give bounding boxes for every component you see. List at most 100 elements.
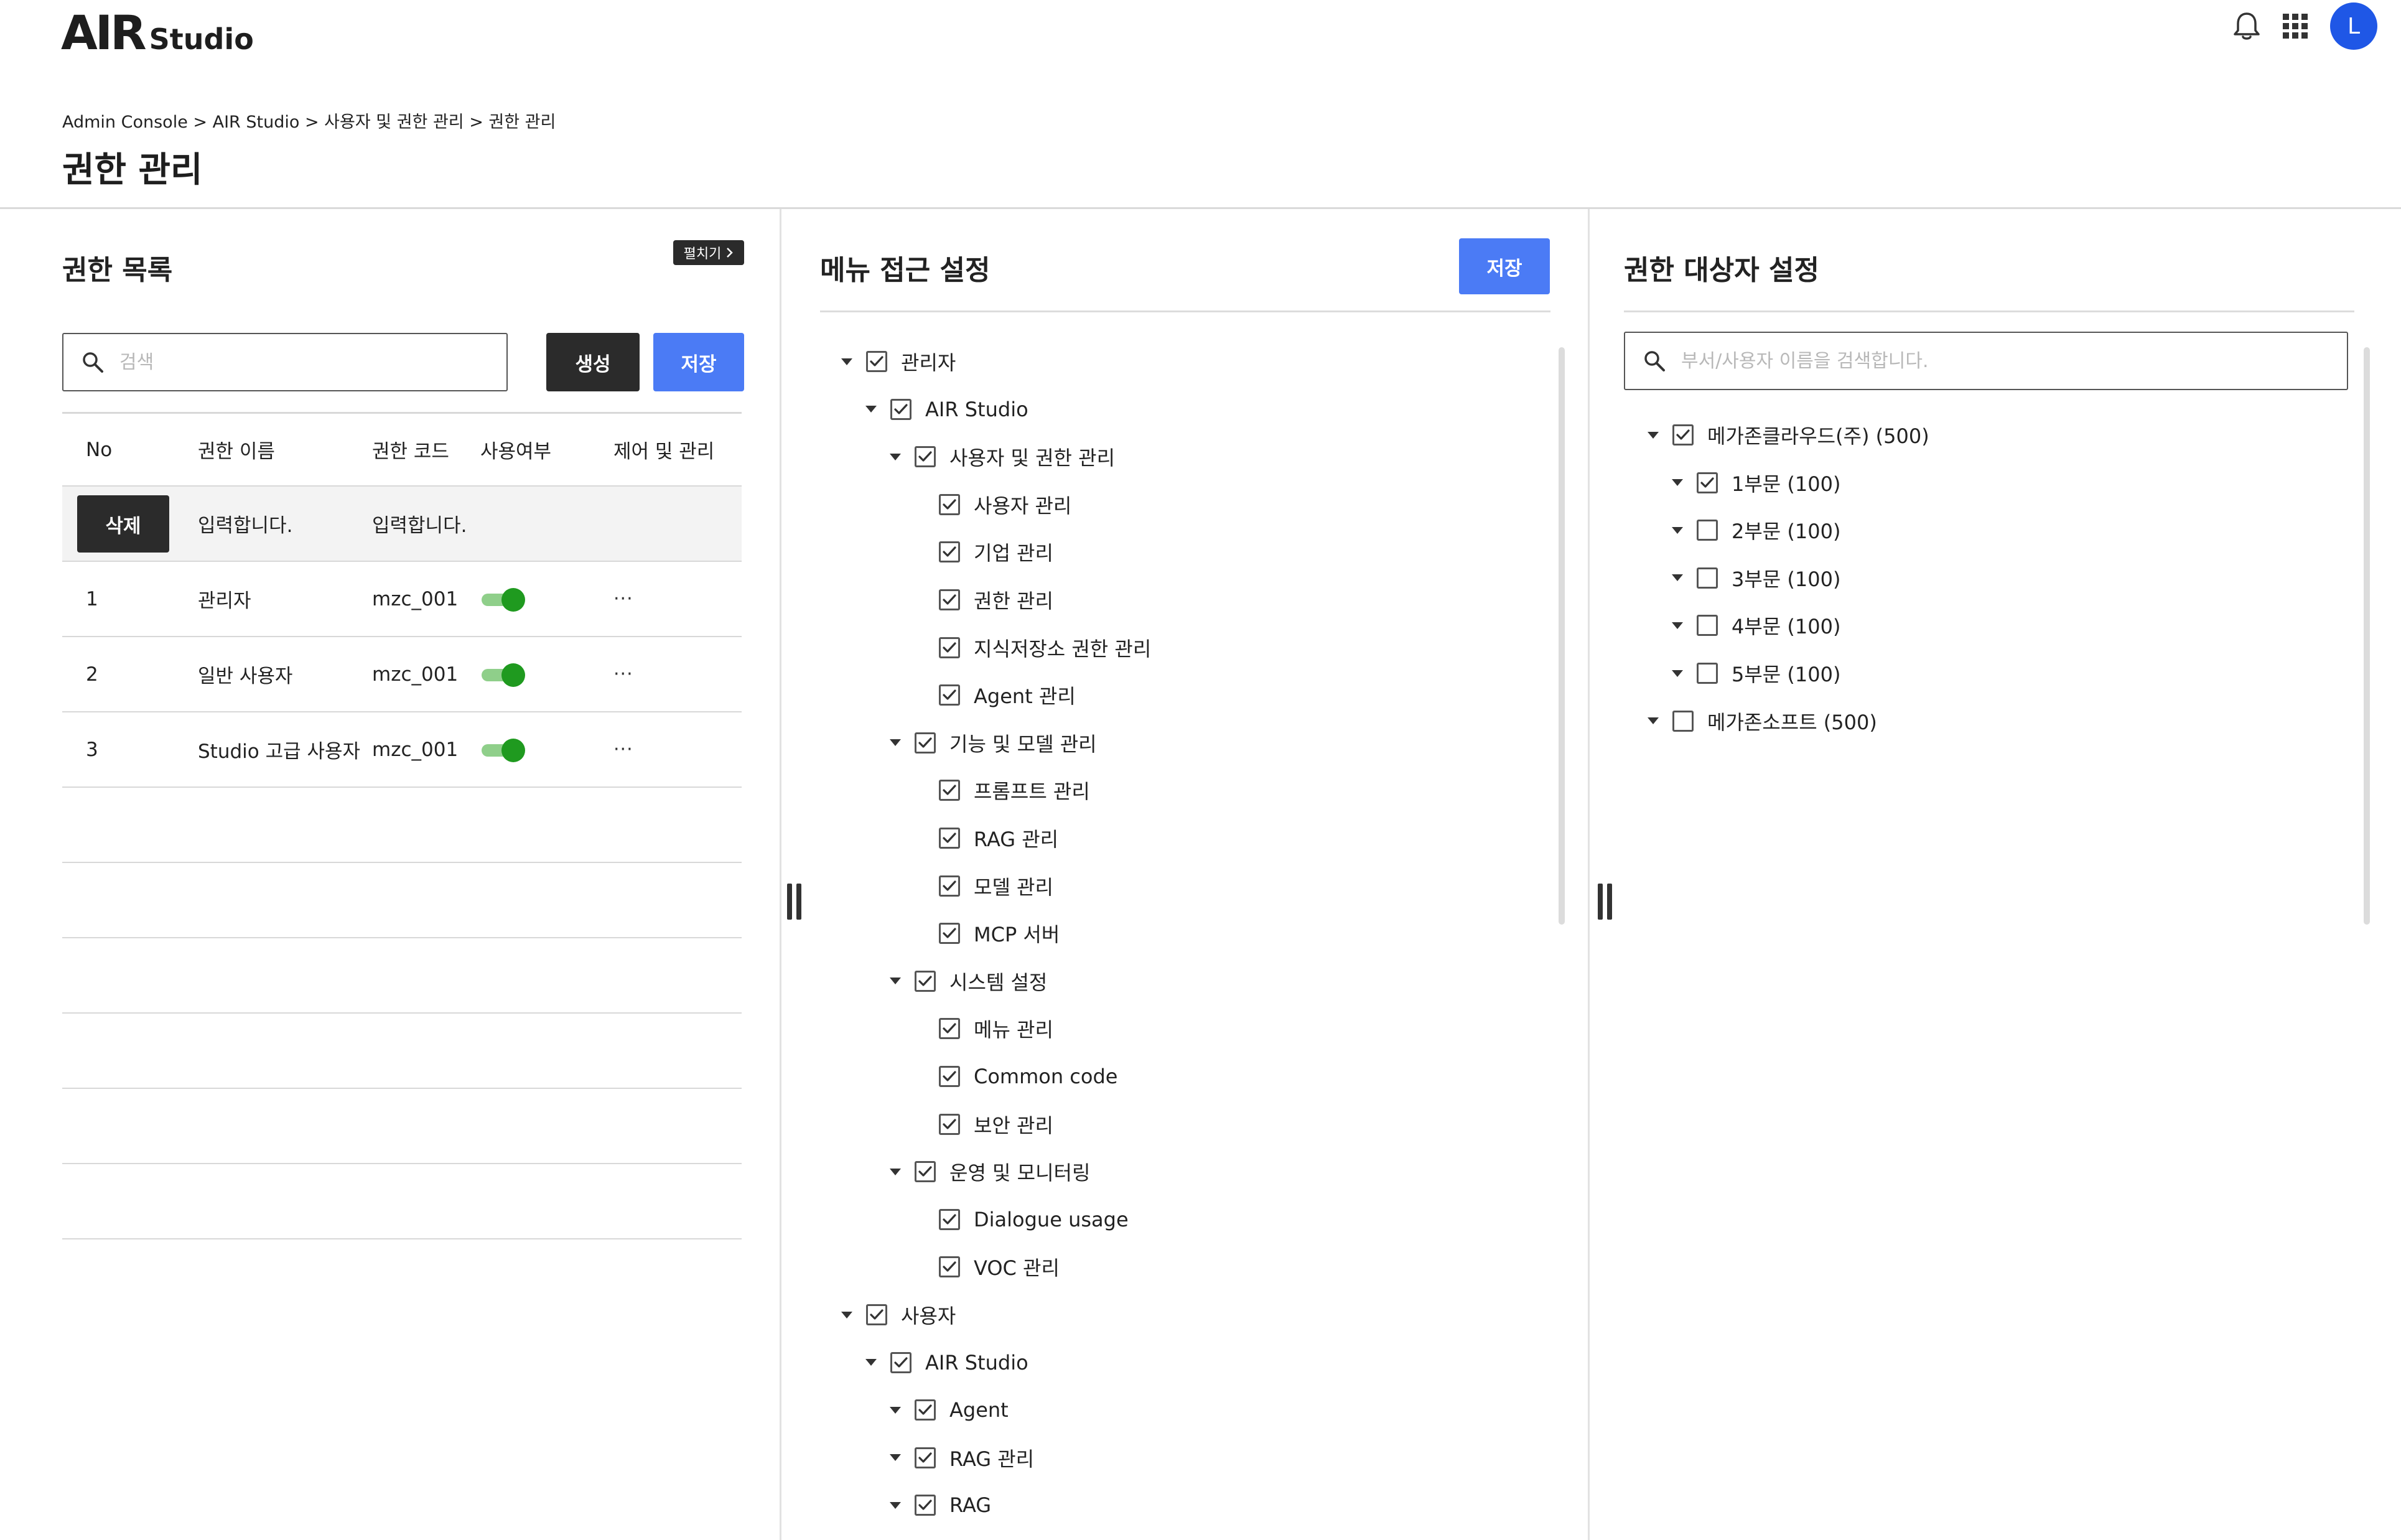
tree-checkbox[interactable] xyxy=(915,970,936,992)
tree-item[interactable]: 권한 관리 xyxy=(914,584,1053,615)
enabled-toggle[interactable] xyxy=(480,587,525,612)
tree-checkbox[interactable] xyxy=(939,1018,960,1040)
tree-checkbox[interactable] xyxy=(939,637,960,658)
tree-item[interactable]: 메뉴 관리 xyxy=(914,1013,1053,1044)
tree-item[interactable]: 사용자 xyxy=(841,1299,956,1330)
tree-item[interactable]: RAG xyxy=(890,1490,991,1521)
tree-checkbox[interactable] xyxy=(915,1447,936,1468)
caret-down-icon[interactable] xyxy=(890,1501,901,1509)
app-logo[interactable]: AIR Studio xyxy=(61,5,254,60)
tree-checkbox[interactable] xyxy=(1697,615,1718,637)
tree-checkbox[interactable] xyxy=(915,446,936,468)
tree-checkbox[interactable] xyxy=(1697,663,1718,684)
tree-item[interactable]: 메가존소프트 (500) xyxy=(1648,706,1877,737)
tree-item[interactable]: RAG 관리 xyxy=(890,1442,1034,1473)
tree-checkbox[interactable] xyxy=(866,1304,887,1325)
tree-item[interactable]: 3부문 (100) xyxy=(1672,562,1840,594)
tree-item[interactable]: 2부문 (100) xyxy=(1672,515,1840,546)
caret-down-icon[interactable] xyxy=(890,453,901,460)
caret-down-icon[interactable] xyxy=(865,406,877,413)
target-scrollbar[interactable] xyxy=(2364,347,2370,925)
tree-checkbox[interactable] xyxy=(939,589,960,610)
menu-save-button[interactable]: 저장 xyxy=(1459,238,1550,294)
tree-item[interactable]: RAG 관리 xyxy=(914,823,1058,854)
tree-item[interactable]: Agent 관리 xyxy=(914,679,1076,711)
more-icon[interactable]: ··· xyxy=(613,588,633,610)
save-button[interactable]: 저장 xyxy=(653,333,744,391)
permission-search-input[interactable] xyxy=(119,351,474,373)
caret-down-icon[interactable] xyxy=(890,1454,901,1462)
caret-down-icon[interactable] xyxy=(1672,670,1683,677)
tree-checkbox[interactable] xyxy=(915,1399,936,1421)
caret-down-icon[interactable] xyxy=(890,1168,901,1175)
tree-item[interactable]: VOC 관리 xyxy=(914,1251,1060,1282)
tree-checkbox[interactable] xyxy=(915,732,936,754)
tree-item[interactable]: 보안 관리 xyxy=(914,1109,1053,1140)
tree-checkbox[interactable] xyxy=(939,1066,960,1087)
caret-down-icon[interactable] xyxy=(1648,717,1659,725)
tree-item[interactable]: 기업 관리 xyxy=(914,536,1053,567)
caret-down-icon[interactable] xyxy=(1672,622,1683,629)
delete-button[interactable]: 삭제 xyxy=(77,495,169,553)
avatar[interactable]: L xyxy=(2330,2,2377,50)
tree-item[interactable]: Common code xyxy=(914,1061,1117,1092)
expand-button[interactable]: 펼치기 xyxy=(673,240,744,265)
tree-checkbox[interactable] xyxy=(939,780,960,801)
tree-checkbox[interactable] xyxy=(939,1113,960,1135)
tree-checkbox[interactable] xyxy=(939,1256,960,1278)
caret-down-icon[interactable] xyxy=(841,358,852,365)
tree-checkbox[interactable] xyxy=(1697,472,1718,493)
tree-checkbox[interactable] xyxy=(939,541,960,563)
tree-checkbox[interactable] xyxy=(939,684,960,706)
tree-checkbox[interactable] xyxy=(1697,520,1718,541)
tree-item[interactable]: 시스템 설정 xyxy=(890,966,1047,997)
name-input[interactable]: 입력합니다. xyxy=(198,487,292,561)
tree-item[interactable]: 기능 및 모델 관리 xyxy=(890,727,1097,758)
tree-checkbox[interactable] xyxy=(939,1208,960,1230)
caret-down-icon[interactable] xyxy=(890,978,901,985)
tree-checkbox[interactable] xyxy=(939,875,960,897)
tree-checkbox[interactable] xyxy=(939,923,960,945)
tree-item[interactable]: Dialogue usage xyxy=(914,1204,1129,1235)
tree-checkbox[interactable] xyxy=(939,828,960,849)
menu-scrollbar[interactable] xyxy=(1559,347,1565,925)
tree-item[interactable]: MCP 서버 xyxy=(914,918,1060,949)
caret-down-icon[interactable] xyxy=(890,1406,901,1414)
tree-item[interactable]: AIR Studio xyxy=(865,1347,1028,1378)
caret-down-icon[interactable] xyxy=(1672,479,1683,487)
resize-handle[interactable] xyxy=(787,884,801,920)
tree-item[interactable]: 관리자 xyxy=(841,346,956,377)
tree-checkbox[interactable] xyxy=(1672,710,1694,732)
caret-down-icon[interactable] xyxy=(890,739,901,747)
tree-item[interactable]: 메가존클라우드(주) (500) xyxy=(1648,419,1929,450)
table-row[interactable]: 2 일반 사용자 mzc_001 ··· xyxy=(62,637,742,712)
tree-item[interactable]: 프롬프트 관리 xyxy=(914,775,1090,806)
table-row[interactable]: 1 관리자 mzc_001 ··· xyxy=(62,562,742,637)
more-icon[interactable]: ··· xyxy=(613,739,633,760)
tree-item[interactable]: AIR Studio xyxy=(865,394,1028,425)
tree-item[interactable]: 사용자 관리 xyxy=(914,489,1071,520)
apps-grid-icon[interactable] xyxy=(2282,12,2309,40)
caret-down-icon[interactable] xyxy=(865,1359,877,1366)
tree-item[interactable]: 5부문 (100) xyxy=(1672,658,1840,689)
tree-checkbox[interactable] xyxy=(915,1495,936,1516)
tree-checkbox[interactable] xyxy=(915,1161,936,1183)
tree-item[interactable]: 모델 관리 xyxy=(914,870,1053,902)
tree-item[interactable]: 4부문 (100) xyxy=(1672,610,1840,641)
tree-item[interactable]: 1부문 (100) xyxy=(1672,467,1840,498)
more-icon[interactable]: ··· xyxy=(613,663,633,685)
tree-checkbox[interactable] xyxy=(1697,567,1718,589)
resize-handle[interactable] xyxy=(1598,884,1612,920)
caret-down-icon[interactable] xyxy=(1672,526,1683,534)
caret-down-icon[interactable] xyxy=(841,1311,852,1318)
tree-checkbox[interactable] xyxy=(890,1351,911,1373)
target-search-input[interactable] xyxy=(1681,350,2259,372)
tree-item[interactable]: Agent xyxy=(890,1394,1009,1426)
tree-checkbox[interactable] xyxy=(890,398,911,420)
bell-icon[interactable] xyxy=(2233,11,2260,41)
caret-down-icon[interactable] xyxy=(1672,574,1683,582)
tree-checkbox[interactable] xyxy=(866,351,887,372)
caret-down-icon[interactable] xyxy=(1648,431,1659,439)
tree-item[interactable]: 사용자 및 권한 관리 xyxy=(890,441,1115,472)
code-input[interactable]: 입력합니다. xyxy=(372,487,467,561)
